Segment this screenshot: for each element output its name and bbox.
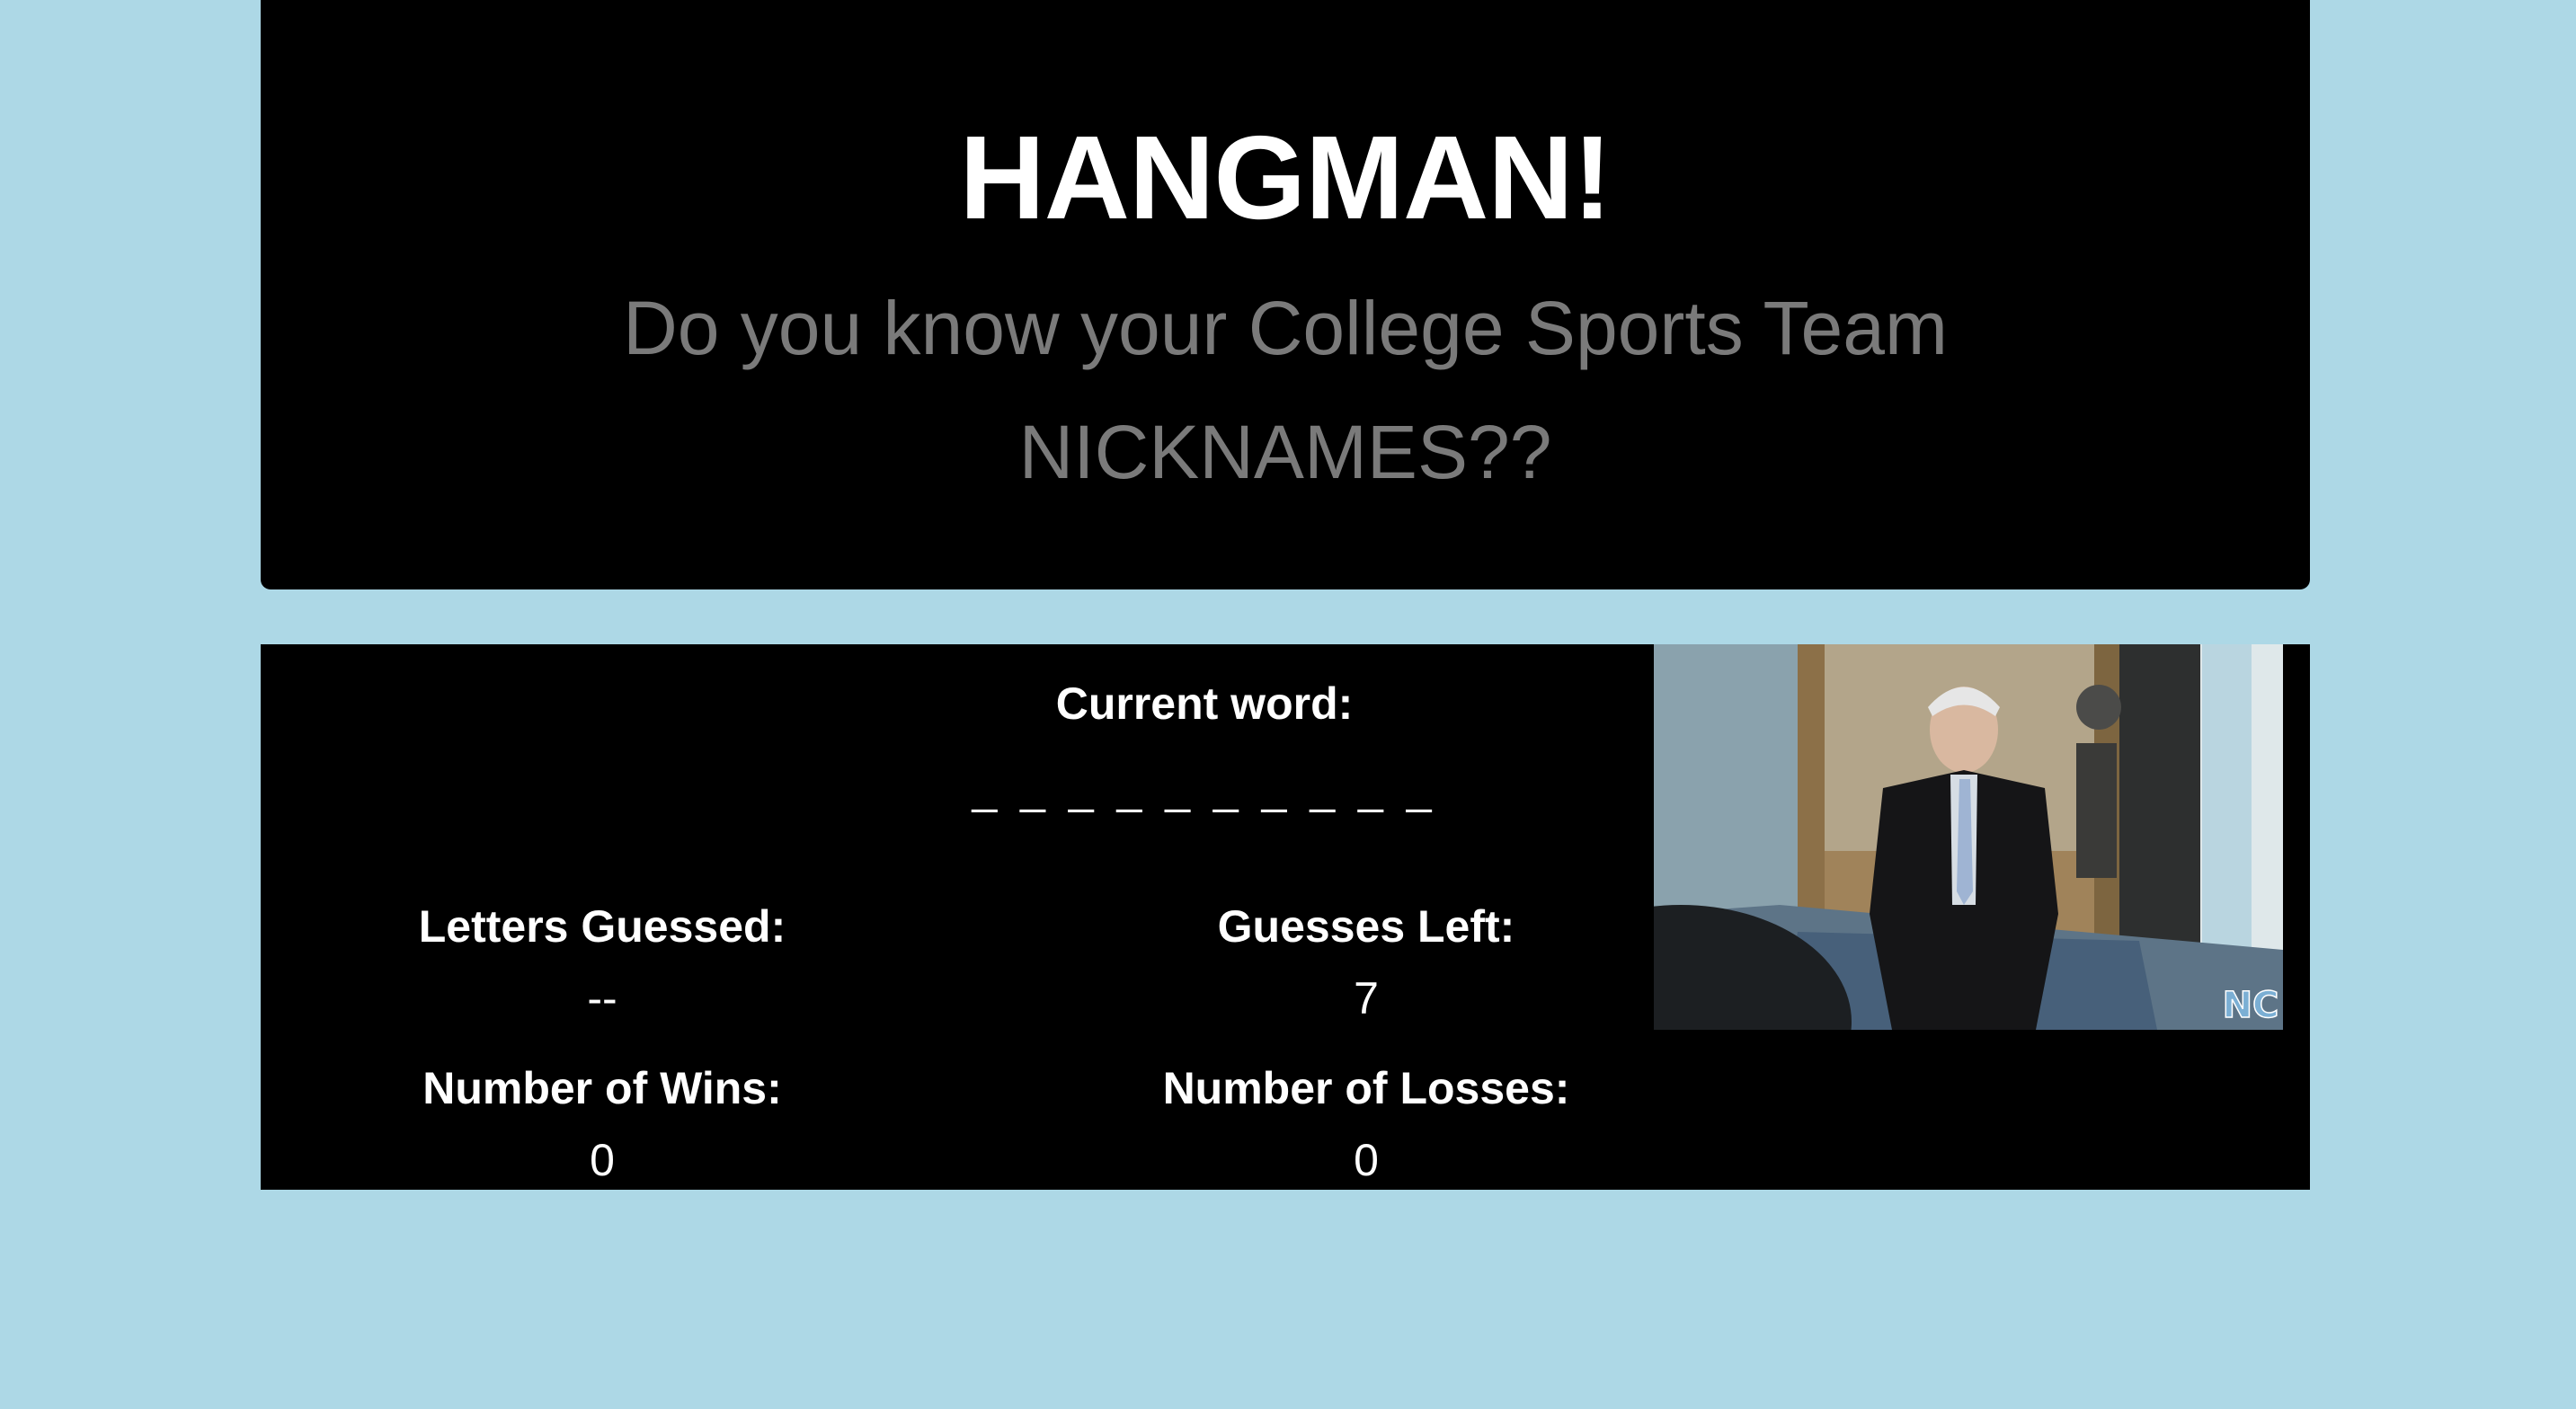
game-panel: Current word: _ _ _ _ _ _ _ _ _ _ Letter… xyxy=(261,644,2310,1190)
guesses-left-label: Guesses Left: xyxy=(1217,901,1515,952)
nc-logo-icon: NC xyxy=(2222,984,2279,1027)
page-title: HANGMAN! xyxy=(959,111,1612,244)
losses-value: 0 xyxy=(1354,1135,1379,1185)
losses-label: Number of Losses: xyxy=(1162,1063,1570,1113)
unc-coach-gif: NC xyxy=(1654,644,2283,1030)
letters-guessed-value: -- xyxy=(587,973,617,1024)
current-word-display: _ _ _ _ _ _ _ _ _ _ xyxy=(972,763,1437,813)
letters-guessed-label: Letters Guessed: xyxy=(418,901,786,952)
current-word-label: Current word: xyxy=(1055,678,1354,729)
header-jumbotron: HANGMAN! Do you know your College Sports… xyxy=(261,0,2310,589)
wins-value: 0 xyxy=(590,1135,615,1185)
svg-text:NC: NC xyxy=(2223,985,2279,1026)
wins-label: Number of Wins: xyxy=(422,1063,782,1113)
page-subtitle: Do you know your College Sports Team NIC… xyxy=(623,286,1948,494)
guesses-left-value: 7 xyxy=(1354,973,1379,1024)
